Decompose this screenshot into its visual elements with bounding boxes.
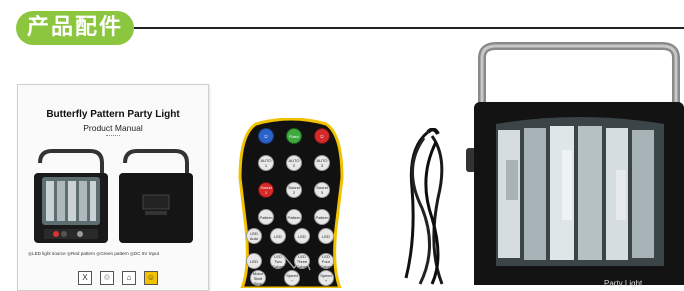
remote-button[interactable]: ⏻: [258, 128, 274, 144]
remote-button[interactable]: Speed −: [284, 270, 300, 286]
manual-light-photo-back: [119, 149, 193, 243]
remote-button[interactable]: LED Four Colors: [318, 253, 334, 269]
manual-caption: ◎LED light source ◎Red pattern ◎Green pa…: [28, 251, 159, 256]
remote-button[interactable]: Sound 1: [258, 182, 274, 198]
power-cable: [404, 128, 444, 285]
remote-button[interactable]: Speed +: [318, 270, 334, 286]
manual-subtitle: Product Manual: [83, 123, 143, 133]
remote-button[interactable]: LED: [294, 228, 310, 244]
remote-button[interactable]: Sound 3: [314, 182, 330, 198]
remote-button[interactable]: LED Three Colors: [294, 253, 310, 269]
warning-icon: ☺: [144, 271, 158, 285]
remote-button[interactable]: AUTO 1: [258, 155, 274, 171]
remote-button[interactable]: LED Two Colors: [270, 253, 286, 269]
remote-button[interactable]: Motor Start Stop: [250, 270, 266, 286]
header-divider: [134, 27, 684, 29]
remote-button[interactable]: Flash: [286, 128, 302, 144]
home-icon: ⌂: [122, 271, 136, 285]
recycle-icon: ♲: [100, 271, 114, 285]
remote-button[interactable]: LED: [318, 228, 334, 244]
remote-button[interactable]: Sound 2: [286, 182, 302, 198]
remote-button[interactable]: Pattern: [258, 209, 274, 225]
product-manual: Butterfly Pattern Party Light Product Ma…: [17, 84, 209, 291]
remote-control: ⏻ Flash ⏻ AUTO 1 AUTO 2 AUTO 3 Sound 1 Sound 2 S…: [236, 118, 346, 288]
manual-title: Butterfly Pattern Party Light: [46, 109, 180, 120]
remote-button[interactable]: Pattern: [286, 209, 302, 225]
remote-button[interactable]: AUTO 3: [314, 155, 330, 171]
remote-button[interactable]: AUTO 2: [286, 155, 302, 171]
device-brand-label: Party Light: [604, 279, 643, 288]
remote-button[interactable]: LED Auto: [246, 228, 262, 244]
remote-button[interactable]: Pattern: [314, 209, 330, 225]
party-light-device: [466, 42, 684, 285]
section-title-badge: 产品配件: [16, 11, 134, 45]
recycle-bin-icon: X: [78, 271, 92, 285]
remote-button[interactable]: LED: [270, 228, 286, 244]
manual-dots: [106, 135, 120, 138]
manual-light-photo-front: [34, 149, 108, 243]
remote-button[interactable]: ⏻: [314, 128, 330, 144]
remote-button[interactable]: LED: [246, 253, 262, 269]
